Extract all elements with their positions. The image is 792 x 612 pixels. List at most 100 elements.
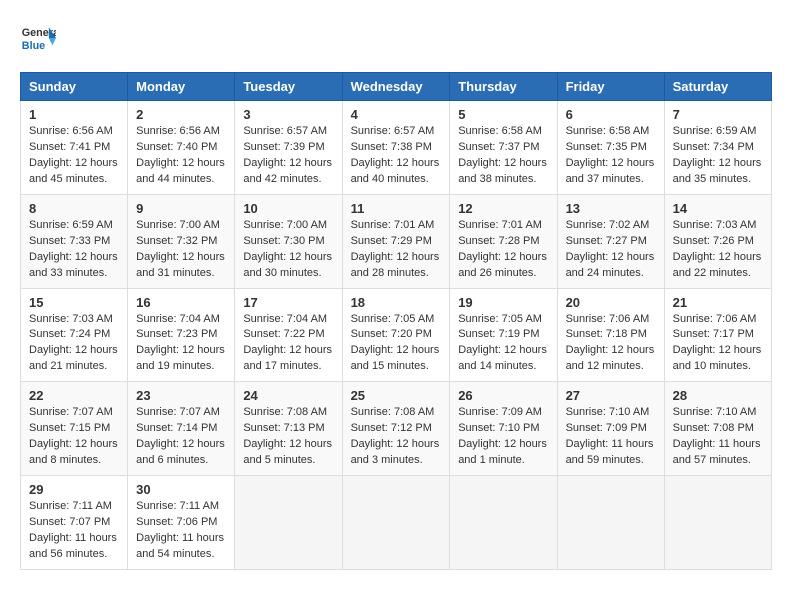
calendar-week-row: 22 Sunrise: 7:07 AMSunset: 7:15 PMDaylig…	[21, 382, 772, 476]
calendar-cell: 10 Sunrise: 7:00 AMSunset: 7:30 PMDaylig…	[235, 194, 342, 288]
calendar-cell: 24 Sunrise: 7:08 AMSunset: 7:13 PMDaylig…	[235, 382, 342, 476]
day-number: 19	[458, 295, 548, 310]
calendar-cell: 30 Sunrise: 7:11 AMSunset: 7:06 PMDaylig…	[128, 476, 235, 570]
day-info: Sunrise: 7:09 AMSunset: 7:10 PMDaylight:…	[458, 405, 548, 469]
weekday-header-friday: Friday	[557, 73, 664, 101]
day-number: 18	[351, 295, 442, 310]
calendar-cell	[664, 476, 771, 570]
day-info: Sunrise: 7:01 AMSunset: 7:29 PMDaylight:…	[351, 218, 442, 282]
day-number: 25	[351, 388, 442, 403]
calendar-cell: 18 Sunrise: 7:05 AMSunset: 7:20 PMDaylig…	[342, 288, 450, 382]
calendar-cell: 1 Sunrise: 6:56 AMSunset: 7:41 PMDayligh…	[21, 101, 128, 195]
day-info: Sunrise: 7:00 AMSunset: 7:32 PMDaylight:…	[136, 218, 226, 282]
day-info: Sunrise: 7:10 AMSunset: 7:09 PMDaylight:…	[566, 405, 656, 469]
weekday-header-thursday: Thursday	[450, 73, 557, 101]
calendar-cell: 25 Sunrise: 7:08 AMSunset: 7:12 PMDaylig…	[342, 382, 450, 476]
calendar-week-row: 8 Sunrise: 6:59 AMSunset: 7:33 PMDayligh…	[21, 194, 772, 288]
calendar-week-row: 1 Sunrise: 6:56 AMSunset: 7:41 PMDayligh…	[21, 101, 772, 195]
day-number: 21	[673, 295, 763, 310]
day-number: 6	[566, 107, 656, 122]
day-number: 23	[136, 388, 226, 403]
calendar-cell: 3 Sunrise: 6:57 AMSunset: 7:39 PMDayligh…	[235, 101, 342, 195]
calendar-cell	[450, 476, 557, 570]
page-header: General Blue	[20, 20, 772, 56]
day-number: 3	[243, 107, 333, 122]
calendar-cell: 26 Sunrise: 7:09 AMSunset: 7:10 PMDaylig…	[450, 382, 557, 476]
day-info: Sunrise: 7:02 AMSunset: 7:27 PMDaylight:…	[566, 218, 656, 282]
day-info: Sunrise: 7:06 AMSunset: 7:18 PMDaylight:…	[566, 312, 656, 376]
day-info: Sunrise: 7:07 AMSunset: 7:15 PMDaylight:…	[29, 405, 119, 469]
day-number: 11	[351, 201, 442, 216]
day-info: Sunrise: 6:56 AMSunset: 7:40 PMDaylight:…	[136, 124, 226, 188]
day-number: 7	[673, 107, 763, 122]
day-number: 15	[29, 295, 119, 310]
day-info: Sunrise: 7:08 AMSunset: 7:12 PMDaylight:…	[351, 405, 442, 469]
calendar-cell: 6 Sunrise: 6:58 AMSunset: 7:35 PMDayligh…	[557, 101, 664, 195]
day-number: 5	[458, 107, 548, 122]
weekday-header-monday: Monday	[128, 73, 235, 101]
day-info: Sunrise: 7:04 AMSunset: 7:23 PMDaylight:…	[136, 312, 226, 376]
calendar-cell: 22 Sunrise: 7:07 AMSunset: 7:15 PMDaylig…	[21, 382, 128, 476]
day-number: 26	[458, 388, 548, 403]
day-info: Sunrise: 6:57 AMSunset: 7:39 PMDaylight:…	[243, 124, 333, 188]
day-number: 2	[136, 107, 226, 122]
day-number: 24	[243, 388, 333, 403]
day-number: 9	[136, 201, 226, 216]
day-number: 8	[29, 201, 119, 216]
calendar-cell: 23 Sunrise: 7:07 AMSunset: 7:14 PMDaylig…	[128, 382, 235, 476]
day-info: Sunrise: 6:59 AMSunset: 7:34 PMDaylight:…	[673, 124, 763, 188]
day-info: Sunrise: 7:05 AMSunset: 7:20 PMDaylight:…	[351, 312, 442, 376]
logo: General Blue	[20, 20, 56, 56]
day-number: 12	[458, 201, 548, 216]
calendar-cell: 19 Sunrise: 7:05 AMSunset: 7:19 PMDaylig…	[450, 288, 557, 382]
calendar-cell: 4 Sunrise: 6:57 AMSunset: 7:38 PMDayligh…	[342, 101, 450, 195]
day-info: Sunrise: 7:01 AMSunset: 7:28 PMDaylight:…	[458, 218, 548, 282]
day-info: Sunrise: 7:00 AMSunset: 7:30 PMDaylight:…	[243, 218, 333, 282]
calendar-cell: 20 Sunrise: 7:06 AMSunset: 7:18 PMDaylig…	[557, 288, 664, 382]
day-info: Sunrise: 6:58 AMSunset: 7:35 PMDaylight:…	[566, 124, 656, 188]
calendar-cell: 16 Sunrise: 7:04 AMSunset: 7:23 PMDaylig…	[128, 288, 235, 382]
day-info: Sunrise: 6:56 AMSunset: 7:41 PMDaylight:…	[29, 124, 119, 188]
calendar-cell: 15 Sunrise: 7:03 AMSunset: 7:24 PMDaylig…	[21, 288, 128, 382]
weekday-header-tuesday: Tuesday	[235, 73, 342, 101]
day-info: Sunrise: 7:04 AMSunset: 7:22 PMDaylight:…	[243, 312, 333, 376]
calendar-cell: 21 Sunrise: 7:06 AMSunset: 7:17 PMDaylig…	[664, 288, 771, 382]
calendar-cell: 5 Sunrise: 6:58 AMSunset: 7:37 PMDayligh…	[450, 101, 557, 195]
weekday-header-wednesday: Wednesday	[342, 73, 450, 101]
calendar-cell: 29 Sunrise: 7:11 AMSunset: 7:07 PMDaylig…	[21, 476, 128, 570]
calendar-cell: 14 Sunrise: 7:03 AMSunset: 7:26 PMDaylig…	[664, 194, 771, 288]
calendar-cell	[235, 476, 342, 570]
calendar-week-row: 29 Sunrise: 7:11 AMSunset: 7:07 PMDaylig…	[21, 476, 772, 570]
day-info: Sunrise: 7:08 AMSunset: 7:13 PMDaylight:…	[243, 405, 333, 469]
calendar-cell: 13 Sunrise: 7:02 AMSunset: 7:27 PMDaylig…	[557, 194, 664, 288]
day-number: 17	[243, 295, 333, 310]
calendar-cell: 28 Sunrise: 7:10 AMSunset: 7:08 PMDaylig…	[664, 382, 771, 476]
calendar-cell: 9 Sunrise: 7:00 AMSunset: 7:32 PMDayligh…	[128, 194, 235, 288]
calendar-cell: 17 Sunrise: 7:04 AMSunset: 7:22 PMDaylig…	[235, 288, 342, 382]
calendar-table: SundayMondayTuesdayWednesdayThursdayFrid…	[20, 72, 772, 570]
day-info: Sunrise: 7:11 AMSunset: 7:06 PMDaylight:…	[136, 499, 226, 563]
calendar-cell: 12 Sunrise: 7:01 AMSunset: 7:28 PMDaylig…	[450, 194, 557, 288]
day-info: Sunrise: 7:06 AMSunset: 7:17 PMDaylight:…	[673, 312, 763, 376]
day-info: Sunrise: 6:58 AMSunset: 7:37 PMDaylight:…	[458, 124, 548, 188]
day-info: Sunrise: 7:03 AMSunset: 7:24 PMDaylight:…	[29, 312, 119, 376]
day-number: 22	[29, 388, 119, 403]
day-number: 27	[566, 388, 656, 403]
day-info: Sunrise: 7:11 AMSunset: 7:07 PMDaylight:…	[29, 499, 119, 563]
day-info: Sunrise: 7:03 AMSunset: 7:26 PMDaylight:…	[673, 218, 763, 282]
day-number: 14	[673, 201, 763, 216]
day-info: Sunrise: 7:05 AMSunset: 7:19 PMDaylight:…	[458, 312, 548, 376]
weekday-header-row: SundayMondayTuesdayWednesdayThursdayFrid…	[21, 73, 772, 101]
calendar-cell: 11 Sunrise: 7:01 AMSunset: 7:29 PMDaylig…	[342, 194, 450, 288]
day-number: 20	[566, 295, 656, 310]
calendar-cell	[342, 476, 450, 570]
day-number: 4	[351, 107, 442, 122]
day-number: 10	[243, 201, 333, 216]
calendar-cell	[557, 476, 664, 570]
calendar-cell: 2 Sunrise: 6:56 AMSunset: 7:40 PMDayligh…	[128, 101, 235, 195]
day-info: Sunrise: 6:57 AMSunset: 7:38 PMDaylight:…	[351, 124, 442, 188]
calendar-cell: 27 Sunrise: 7:10 AMSunset: 7:09 PMDaylig…	[557, 382, 664, 476]
logo-icon: General Blue	[20, 20, 56, 56]
calendar-cell: 7 Sunrise: 6:59 AMSunset: 7:34 PMDayligh…	[664, 101, 771, 195]
day-number: 13	[566, 201, 656, 216]
